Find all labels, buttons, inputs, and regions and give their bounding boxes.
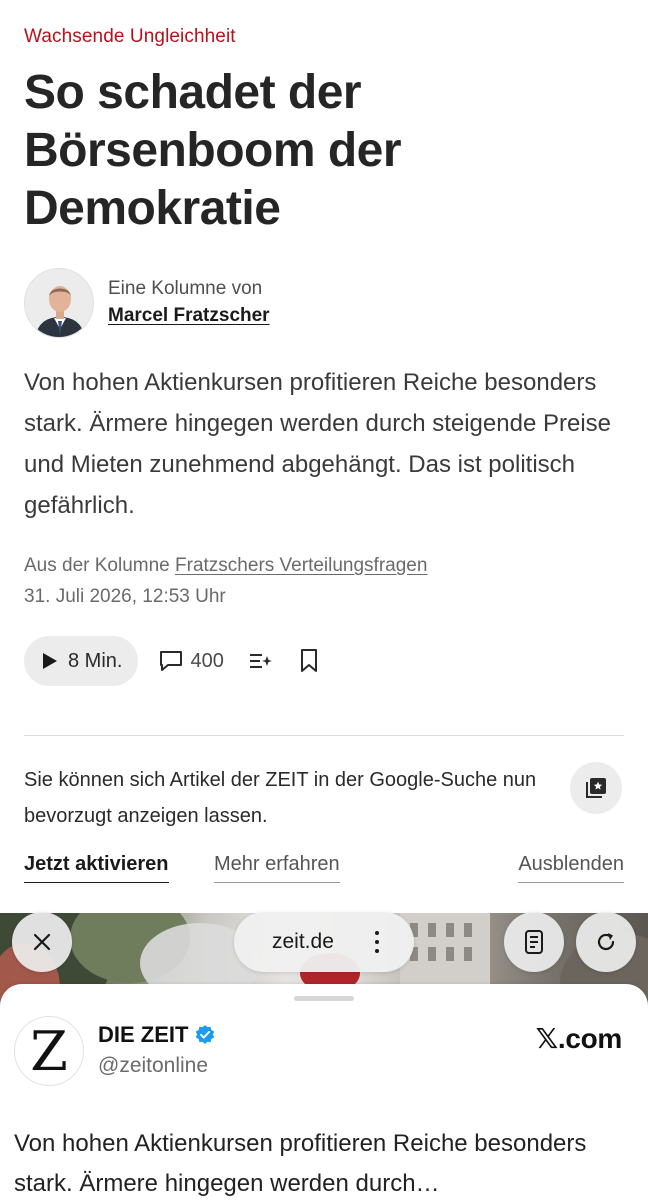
- reader-mode-button[interactable]: [504, 912, 564, 972]
- activate-link[interactable]: Jetzt aktivieren: [24, 850, 169, 883]
- article-date: 31. Juli 2026, 12:53 Uhr: [24, 586, 226, 607]
- browser-toolbar: zeit.de: [0, 912, 648, 972]
- play-icon: [43, 653, 57, 669]
- bookmark-icon: [300, 649, 317, 672]
- preferred-source-button[interactable]: [570, 762, 622, 814]
- url-text: zeit.de: [272, 930, 334, 953]
- reader-icon: [525, 930, 543, 954]
- google-promo-actions: Jetzt aktivieren Mehr erfahren Ausblende…: [24, 850, 624, 884]
- x-logo[interactable]: 𝕏.com: [536, 1022, 623, 1055]
- column-link[interactable]: Fratzschers Verteilungsfragen: [175, 555, 427, 576]
- article-kicker: Wachsende Ungleichheit: [24, 26, 236, 47]
- article-meta: Aus der Kolumne Fratzschers Verteilungsf…: [24, 550, 427, 612]
- comments-count: 400: [190, 649, 224, 672]
- browser-close-button[interactable]: [12, 912, 72, 972]
- author-name-link[interactable]: Marcel Fratzscher: [108, 302, 270, 330]
- dismiss-link[interactable]: Ausblenden: [518, 850, 624, 883]
- embed-text: Von hohen Aktienkursen profitieren Reich…: [14, 1130, 587, 1197]
- section-divider: [24, 735, 624, 736]
- article-teaser: Von hohen Aktienkursen profitieren Reich…: [24, 369, 611, 519]
- preferred-source-icon: [586, 778, 606, 798]
- sheet-grabber[interactable]: [294, 996, 354, 1001]
- more-icon[interactable]: [374, 931, 380, 953]
- column-prefix: Aus der Kolumne: [24, 555, 170, 576]
- reload-icon: [597, 933, 615, 951]
- account-name-line[interactable]: DIE ZEIT: [98, 1022, 216, 1048]
- google-promo-text: Sie können sich Artikel der ZEIT in der …: [24, 769, 537, 827]
- verified-badge-icon: [196, 1025, 215, 1044]
- listen-duration: 8 Min.: [68, 649, 123, 672]
- author-avatar[interactable]: [24, 268, 94, 338]
- listen-button[interactable]: 8 Min.: [24, 636, 139, 686]
- comment-icon: [160, 651, 183, 671]
- author-block[interactable]: Eine Kolumne von Marcel Fratzscher: [24, 268, 270, 338]
- article-headline: So schadet der Börsenboom der Demokratie: [24, 66, 402, 235]
- author-photo: [25, 269, 93, 337]
- zeit-logo[interactable]: Z: [14, 1016, 84, 1086]
- column-line: Aus der Kolumne Fratzschers Verteilungsf…: [24, 550, 427, 581]
- summary-button[interactable]: [248, 649, 274, 673]
- comments-button[interactable]: 400: [158, 649, 224, 673]
- account-handle: @zeitonline: [98, 1054, 209, 1077]
- reload-button[interactable]: [576, 912, 636, 972]
- address-bar[interactable]: zeit.de: [234, 912, 414, 972]
- close-icon: [33, 933, 51, 951]
- author-prefix: Eine Kolumne von: [108, 278, 263, 299]
- learn-more-link[interactable]: Mehr erfahren: [214, 850, 340, 883]
- zeit-logo-letter: Z: [30, 1019, 68, 1083]
- summary-icon: [249, 654, 272, 668]
- bookmark-button[interactable]: [298, 648, 320, 674]
- account-name: DIE ZEIT: [98, 1022, 189, 1047]
- embed-card[interactable]: Z DIE ZEIT @zeitonline 𝕏.com Von hohen A…: [0, 984, 648, 1200]
- article-actions: 8 Min. 400: [24, 636, 320, 686]
